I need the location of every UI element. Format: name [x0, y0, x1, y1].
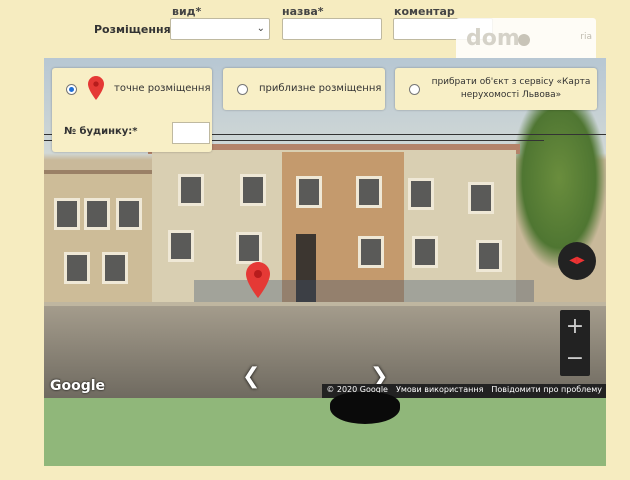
map-pin-icon[interactable]: [246, 262, 270, 298]
compass-icon[interactable]: ◀▶: [558, 242, 596, 280]
exact-placement-label: точне розміщення: [114, 83, 211, 94]
name-input[interactable]: [282, 18, 382, 40]
map-bottom-area: [44, 398, 606, 466]
remove-object-radio[interactable]: [409, 84, 420, 95]
house-number-label: № будинку:*: [64, 126, 138, 137]
name-label: назва*: [282, 5, 324, 18]
zoom-out-button[interactable]: −: [560, 344, 590, 374]
chevron-down-icon: ⌄: [256, 23, 265, 34]
zoom-in-button[interactable]: +: [560, 312, 590, 342]
zoom-control: + −: [560, 310, 590, 376]
remove-object-label: прибрати об'єкт з сервісу «Карта нерухом…: [431, 77, 591, 100]
house-number-input[interactable]: [172, 122, 210, 144]
exact-placement-panel[interactable]: точне розміщення № будинку:*: [52, 68, 212, 152]
comment-label: коментар: [394, 5, 455, 18]
building-left: [44, 174, 154, 306]
approx-placement-radio[interactable]: [237, 84, 248, 95]
remove-object-panel[interactable]: прибрати об'єкт з сервісу «Карта нерухом…: [395, 68, 597, 110]
trees-scenery: [512, 88, 606, 268]
placement-label: Розміщення:: [94, 23, 176, 36]
nav-left-arrow-icon[interactable]: ❮: [242, 364, 260, 389]
google-logo: Google: [50, 378, 106, 394]
type-select[interactable]: ⌄: [170, 18, 270, 40]
report-link[interactable]: Повідомити про проблему: [491, 385, 602, 397]
approx-placement-panel[interactable]: приблизне розміщення: [223, 68, 385, 110]
exact-placement-radio[interactable]: [66, 84, 77, 95]
watermark-logo: dom ria: [456, 18, 596, 62]
map-pin-icon: [88, 76, 104, 100]
approx-placement-label: приблизне розміщення: [259, 83, 382, 94]
type-label: вид*: [172, 5, 202, 18]
terms-link[interactable]: Умови використання: [396, 385, 483, 397]
